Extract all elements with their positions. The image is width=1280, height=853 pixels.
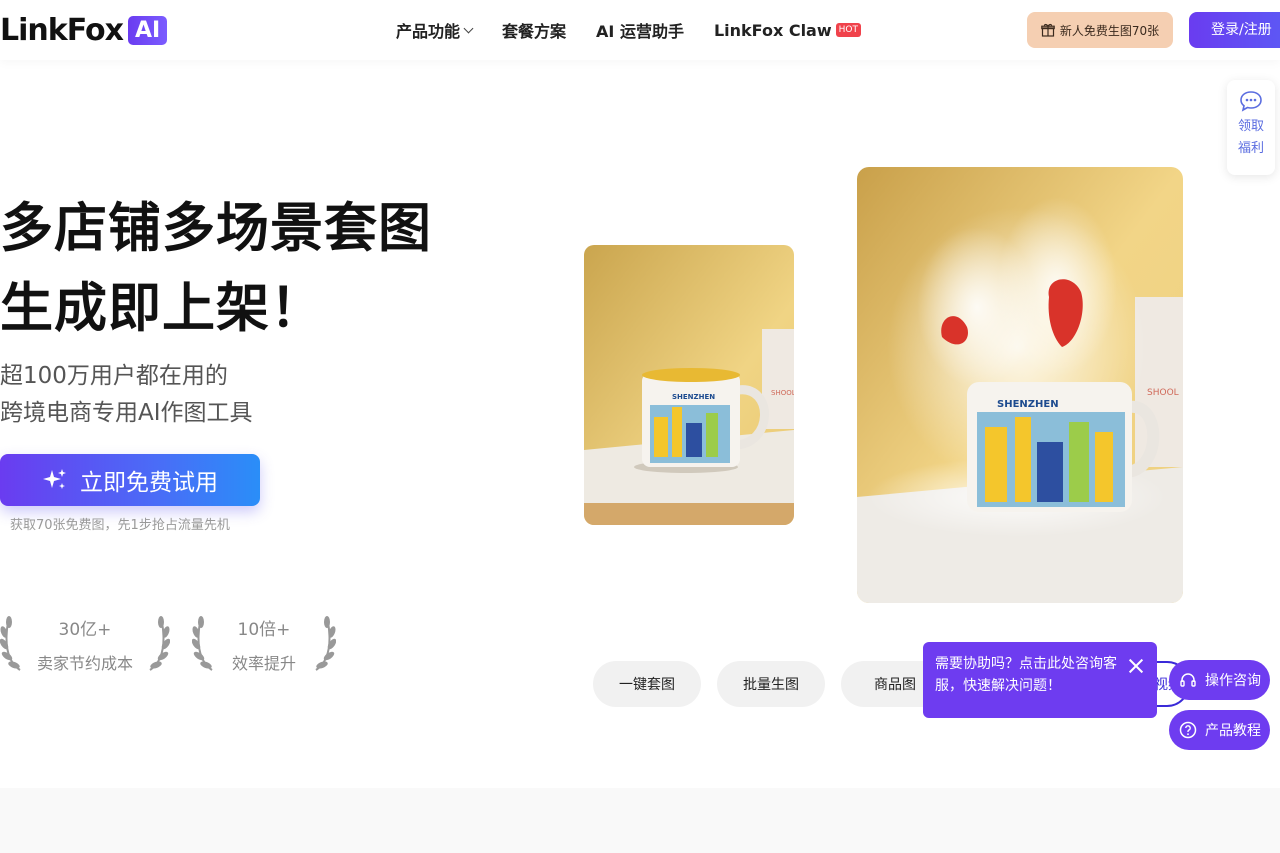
cta-note: 获取70张免费图，先1步抢占流量先机 bbox=[10, 518, 230, 533]
nav-pricing-plans-label: 套餐方案 bbox=[502, 22, 567, 41]
mug-text: SHENZHEN bbox=[997, 399, 1059, 410]
free-trial-label: 立即免费试用 bbox=[80, 470, 218, 496]
hot-badge: HOT bbox=[835, 23, 861, 37]
login-register-button[interactable]: 登录/注册 bbox=[1189, 12, 1280, 48]
nav-linkfox-claw-label: LinkFox Claw bbox=[713, 20, 832, 40]
hero-subtitle-line2: 跨境电商专用AI作图工具 bbox=[0, 400, 253, 426]
free-images-gift-button[interactable]: 新人免费生图70张 bbox=[1027, 12, 1173, 48]
help-popup[interactable]: 需要协助吗？点击此处咨询客服，快速解决问题！ bbox=[923, 642, 1157, 718]
logo-text: LinkFox bbox=[0, 12, 124, 48]
nav-product-features-label: 产品功能 bbox=[396, 22, 461, 41]
help-popup-text: 需要协助吗？点击此处咨询客服，快速解决问题！ bbox=[935, 656, 1117, 694]
box-text: SHOOL bbox=[771, 389, 794, 397]
nav-product-features[interactable]: 产品功能 bbox=[396, 18, 474, 42]
linkfox-logo[interactable]: LinkFox AI bbox=[0, 12, 168, 48]
nav-pricing-plans[interactable]: 套餐方案 bbox=[502, 18, 566, 42]
stat-efficiency: 10倍+ 效率提升 bbox=[192, 612, 336, 674]
free-trial-button[interactable]: 立即免费试用 bbox=[0, 454, 260, 506]
tab-one-click-set[interactable]: 一键套图 bbox=[593, 661, 701, 707]
product-image-original: SHOOL SHENZHEN bbox=[584, 245, 794, 525]
headset-icon bbox=[1180, 673, 1196, 687]
nav-linkfox-claw[interactable]: LinkFox Claw HOT bbox=[714, 21, 861, 40]
welfare-line1: 领取 bbox=[1237, 119, 1264, 134]
product-image-generated: SHOOL SHENZHEN bbox=[857, 167, 1183, 603]
laurel-right-icon bbox=[315, 616, 336, 671]
tab-batch-generate[interactable]: 批量生图 bbox=[717, 661, 825, 707]
box-text: SHOOL bbox=[1147, 388, 1179, 398]
hero-subtitle-line1: 超100万用户都在用的 bbox=[0, 363, 228, 389]
stat-cost-saving: 30亿+ 卖家节约成本 bbox=[0, 612, 170, 674]
gift-button-label: 新人免费生图70张 bbox=[1059, 23, 1160, 38]
sparkle-icon bbox=[43, 469, 66, 489]
product-tutorial-label: 产品教程 bbox=[1205, 723, 1261, 739]
top-header: LinkFox AI 产品功能 套餐方案 AI 运营助手 LinkFox Cla… bbox=[0, 0, 1280, 60]
welfare-line2: 福利 bbox=[1237, 141, 1264, 156]
logo-ai-badge: AI bbox=[127, 15, 168, 45]
nav-ai-assistant[interactable]: AI 运营助手 bbox=[596, 18, 684, 42]
mug-text: SHENZHEN bbox=[672, 393, 715, 401]
laurel-right-icon bbox=[149, 616, 170, 671]
next-section-band bbox=[0, 788, 1280, 853]
product-tutorial-button[interactable]: 产品教程 bbox=[1169, 710, 1270, 750]
nav-ai-assistant-label: AI 运营助手 bbox=[596, 22, 684, 41]
operation-consult-label: 操作咨询 bbox=[1205, 673, 1261, 689]
claim-welfare-widget[interactable]: 领取 福利 bbox=[1227, 80, 1275, 175]
hero-title-line2: 生成即上架！ bbox=[0, 278, 324, 339]
gift-icon bbox=[1041, 23, 1055, 37]
hero-title-line1: 多店铺多场景套图 bbox=[0, 198, 432, 259]
chevron-down-icon bbox=[463, 23, 474, 33]
chat-bubble-icon bbox=[1240, 91, 1262, 112]
main-nav: 产品功能 套餐方案 AI 运营助手 LinkFox Claw HOT bbox=[396, 0, 891, 60]
close-icon[interactable] bbox=[1129, 659, 1143, 673]
operation-consult-button[interactable]: 操作咨询 bbox=[1169, 660, 1270, 700]
question-circle-icon bbox=[1179, 721, 1197, 739]
